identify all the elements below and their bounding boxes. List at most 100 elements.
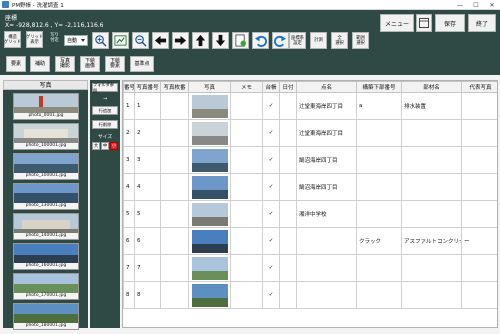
col-date[interactable]: 日付 — [279, 81, 297, 93]
cell-memo[interactable] — [230, 254, 263, 282]
cell-sub-number[interactable] — [356, 173, 402, 201]
row-photo-thumbnail[interactable] — [191, 94, 228, 118]
cell-number[interactable]: 3 — [123, 146, 135, 174]
cell-date[interactable] — [279, 200, 297, 228]
add-row-button[interactable]: 行追加 — [92, 106, 118, 115]
col-photo-count[interactable]: 写真枚番 — [160, 81, 189, 93]
photo-thumbnail[interactable]: photo_160001.jpg — [13, 243, 79, 270]
tab-underlay-elements[interactable]: 下絵 要素 — [105, 56, 125, 72]
minimize-button[interactable]: — — [452, 0, 468, 10]
cell-representative[interactable] — [461, 281, 497, 309]
table-row[interactable]: 5 5 ✓ 湘洋中学校 — [123, 200, 497, 228]
tab-reference-point[interactable]: 基準点 — [130, 56, 154, 72]
cell-number[interactable]: 4 — [123, 173, 135, 201]
pan-right-button[interactable] — [172, 32, 189, 49]
cell-point-name[interactable]: 辻堂東海岸四丁目 — [296, 92, 357, 120]
cell-sub-number[interactable] — [356, 200, 402, 228]
maximize-button[interactable]: ☐ — [468, 0, 484, 10]
save-button[interactable]: 保存 — [435, 14, 465, 32]
cell-member-name[interactable]: アスファルトコンクリート — [401, 227, 462, 255]
cell-point-name[interactable]: 辻堂東海岸四丁目 — [296, 119, 357, 147]
size-small-button[interactable]: 小 — [110, 142, 118, 150]
cell-sub-number[interactable] — [356, 281, 402, 309]
cell-memo[interactable] — [230, 92, 263, 120]
cell-ledger[interactable]: ✓ — [262, 200, 280, 228]
layout-toggle-button[interactable] — [416, 14, 432, 32]
table-row[interactable]: 8 8 ✓ — [123, 281, 497, 309]
cell-representative[interactable] — [461, 146, 497, 174]
cell-photo-count[interactable] — [160, 227, 189, 255]
cell-member-name[interactable] — [401, 173, 462, 201]
row-photo-thumbnail[interactable] — [191, 121, 228, 145]
row-photo-thumbnail[interactable] — [191, 229, 228, 253]
cell-photo[interactable] — [188, 254, 231, 282]
cell-photo-count[interactable] — [160, 146, 189, 174]
tab-auxiliary[interactable]: 補助 — [30, 56, 50, 72]
coord-setting-button[interactable]: 座標系 設定 — [289, 32, 306, 49]
col-point-name[interactable]: 点名 — [296, 81, 357, 93]
cell-member-name[interactable] — [401, 281, 462, 309]
table-row[interactable]: 3 3 ✓ 鵠沼海岸四丁目 — [123, 146, 497, 174]
cell-date[interactable] — [279, 119, 297, 147]
cell-representative[interactable] — [461, 92, 497, 120]
cell-ledger[interactable]: ✓ — [262, 173, 280, 201]
cell-member-name[interactable] — [401, 119, 462, 147]
cell-memo[interactable] — [230, 281, 263, 309]
cell-photo-count[interactable] — [160, 119, 189, 147]
grid-display-button[interactable]: グリッド 表示 — [26, 31, 43, 48]
export-button[interactable] — [232, 32, 249, 49]
cell-sub-number[interactable] — [356, 254, 402, 282]
cell-point-name[interactable] — [296, 254, 357, 282]
menu-button[interactable]: メニュー — [380, 14, 414, 32]
photo-thumbnail[interactable]: photo_140001.jpg — [13, 213, 79, 240]
cell-point-name[interactable]: 鵠沼海岸四丁目 — [296, 146, 357, 174]
cell-date[interactable] — [279, 281, 297, 309]
cell-photo[interactable] — [188, 92, 231, 120]
cell-representative[interactable] — [461, 173, 497, 201]
cell-photo[interactable] — [188, 119, 231, 147]
cell-number[interactable]: 8 — [123, 281, 135, 309]
cell-photo[interactable] — [188, 173, 231, 201]
photo-thumbnail[interactable]: photo_100001.jpg — [13, 153, 79, 180]
cell-representative[interactable]: ー — [461, 227, 497, 255]
cell-photo[interactable] — [188, 200, 231, 228]
cell-number[interactable]: 1 — [123, 92, 135, 120]
cell-photo[interactable] — [188, 281, 231, 309]
cell-photo-count[interactable] — [160, 200, 189, 228]
cell-photo-number[interactable]: 2 — [134, 119, 161, 147]
table-row[interactable]: 1 1 ✓ 辻堂東海岸四丁目 a 排水装置 — [123, 92, 497, 120]
cell-ledger[interactable]: ✓ — [262, 146, 280, 174]
row-photo-thumbnail[interactable] — [191, 202, 228, 226]
undo-button[interactable] — [252, 32, 269, 49]
cell-ledger[interactable]: ✓ — [262, 92, 280, 120]
range-select-button[interactable]: 範囲 選択 — [352, 32, 369, 49]
zoom-fit-button[interactable] — [112, 32, 129, 49]
cell-sub-number[interactable] — [356, 119, 402, 147]
photo-thumbnail[interactable]: photo_170001.jpg — [13, 273, 79, 300]
size-medium-button[interactable]: 中 — [101, 142, 109, 150]
cell-point-name[interactable]: 鵠沼海岸四丁目 — [296, 173, 357, 201]
cell-number[interactable]: 5 — [123, 200, 135, 228]
col-ledger[interactable]: 台帳 — [262, 81, 280, 93]
cell-memo[interactable] — [230, 119, 263, 147]
cell-sub-number[interactable] — [356, 146, 402, 174]
photo-thumbnail[interactable]: photo_180001.jpg — [13, 303, 79, 330]
tab-underlay-image[interactable]: 下絵 画像 — [80, 56, 100, 72]
cell-member-name[interactable]: 排水装置 — [401, 92, 462, 120]
cell-point-name[interactable] — [296, 281, 357, 309]
cell-point-name[interactable]: 湘洋中学校 — [296, 200, 357, 228]
pan-left-button[interactable] — [152, 32, 169, 49]
cell-date[interactable] — [279, 92, 297, 120]
cell-ledger[interactable]: ✓ — [262, 281, 280, 309]
cell-sub-number[interactable]: a — [356, 92, 402, 120]
cell-memo[interactable] — [230, 227, 263, 255]
close-button[interactable]: ✕ — [484, 0, 500, 10]
cell-representative[interactable] — [461, 200, 497, 228]
cell-ledger[interactable]: ✓ — [262, 227, 280, 255]
zoom-in-button[interactable] — [92, 32, 109, 49]
cell-ledger[interactable]: ✓ — [262, 119, 280, 147]
cell-photo-number[interactable]: 6 — [134, 227, 161, 255]
cell-sub-number[interactable]: クラック — [356, 227, 402, 255]
measure-button[interactable]: 計測 — [310, 32, 327, 49]
col-photo[interactable]: 写真 — [188, 81, 231, 93]
